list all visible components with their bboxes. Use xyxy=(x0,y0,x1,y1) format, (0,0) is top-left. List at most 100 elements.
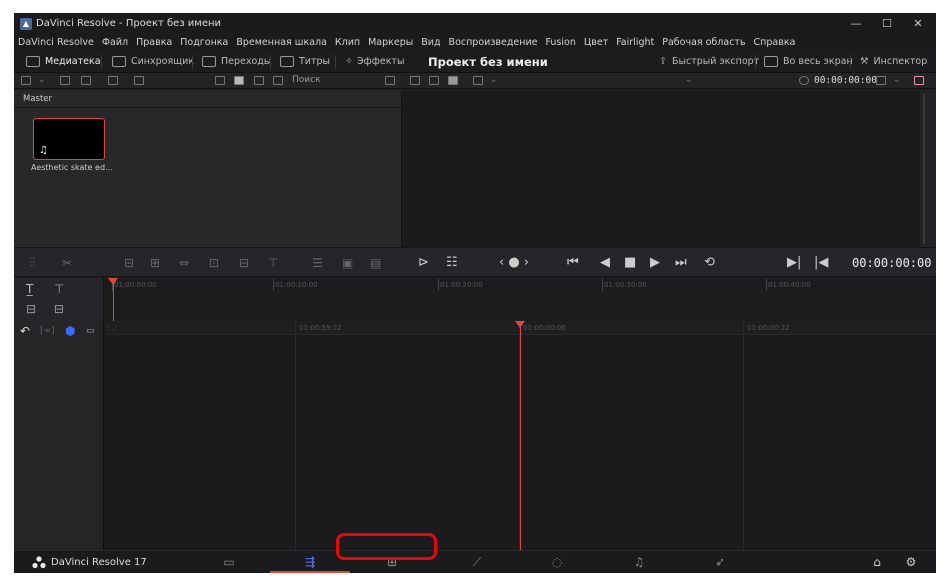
menu-workspace[interactable]: Рабочая область xyxy=(658,35,749,51)
project-title: Проект без имени xyxy=(428,55,548,69)
lower-playhead[interactable] xyxy=(520,321,521,550)
audio-note-icon: ♫ xyxy=(39,145,48,156)
media-pool: Master ♫ Aesthetic skate ed... xyxy=(14,90,402,247)
media-pool-button[interactable]: Медиатека xyxy=(26,53,101,71)
go-to-end-icon[interactable]: ⏭ xyxy=(675,256,687,270)
fullscreen-label: Во весь экран xyxy=(783,56,853,67)
app-window: ▲ DaVinci Resolve - Проект без имени — ☐… xyxy=(14,13,936,573)
menu-clip[interactable]: Клип xyxy=(331,35,364,51)
audio-track-icon[interactable]: ⊟ xyxy=(54,302,64,316)
zoom-fit-icon[interactable] xyxy=(473,76,483,85)
scissors-icon[interactable]: ✂ xyxy=(62,256,72,270)
play-range-icon[interactable]: ⊳ xyxy=(418,256,429,270)
viewer-options-icon[interactable] xyxy=(876,76,886,85)
clip-viewer-icon[interactable] xyxy=(429,76,439,85)
minimize-button[interactable]: — xyxy=(841,15,871,33)
fusion-page-icon[interactable]: ⟋ xyxy=(465,553,489,571)
track-options-icon[interactable]: ▭ xyxy=(86,324,95,338)
fairlight-page-icon[interactable]: ♫ xyxy=(627,553,651,571)
timeline-viewer-icon[interactable] xyxy=(448,76,458,85)
clip-thumbnail[interactable]: ♫ xyxy=(33,118,105,160)
detail-zoom-icon[interactable]: ▣ xyxy=(342,256,353,270)
source-overwrite-icon[interactable]: ⊤ xyxy=(268,256,278,270)
menu-view[interactable]: Вид xyxy=(417,35,444,51)
close-button[interactable]: ✕ xyxy=(903,15,933,33)
color-page-icon[interactable]: ◌ xyxy=(545,553,569,571)
custom-zoom-icon[interactable]: ▤ xyxy=(370,256,381,270)
mark-in-icon[interactable]: ▶| xyxy=(787,256,801,270)
viewer-subbar: ⌄ ⌄ 00:00:00:00 ⌄ xyxy=(403,73,936,89)
place-on-top-icon[interactable]: ⊟ xyxy=(239,256,249,270)
upper-playhead[interactable] xyxy=(113,278,114,321)
thumbnail-view-icon[interactable] xyxy=(234,76,244,85)
marker-flag-icon[interactable]: ⬢ xyxy=(65,324,75,338)
timeline-chevron-icon[interactable]: ⌄ xyxy=(685,73,693,87)
effects-button[interactable]: ✧ Эффекты xyxy=(345,53,404,71)
media-page-icon[interactable]: ▭ xyxy=(217,553,241,571)
relink-icon[interactable] xyxy=(108,76,118,85)
close-up-icon[interactable]: ⊡ xyxy=(209,256,219,270)
append-icon[interactable]: ⊞ xyxy=(150,256,160,270)
linked-selection-icon[interactable]: [∞] xyxy=(40,324,55,338)
timeline-zoom-icon[interactable]: ☰ xyxy=(312,256,323,270)
titles-button[interactable]: Титры xyxy=(280,53,330,71)
unlink-icon[interactable] xyxy=(134,76,144,85)
smart-insert-icon[interactable]: ⊟ xyxy=(124,256,134,270)
import-icon[interactable] xyxy=(60,76,70,85)
transitions-button[interactable]: Переходы xyxy=(202,53,271,71)
list-view-icon[interactable] xyxy=(273,76,283,85)
loop-icon[interactable]: ⟲ xyxy=(704,256,715,270)
audio-meter-icon[interactable]: ☷ xyxy=(446,256,458,270)
viewer-scrollbar[interactable] xyxy=(920,90,936,247)
settings-gear-icon[interactable]: ⚙ xyxy=(899,553,923,571)
home-icon[interactable]: ⌂ xyxy=(865,553,889,571)
jog-control-icon[interactable]: ‹ ● › xyxy=(499,256,529,270)
bin-list-toggle-icon[interactable] xyxy=(21,76,31,85)
effects-label: Эффекты xyxy=(356,56,405,67)
menu-color[interactable]: Цвет xyxy=(580,35,612,51)
metadata-view-icon[interactable] xyxy=(215,76,225,85)
menu-playback[interactable]: Воспроизведение xyxy=(445,35,542,51)
fullscreen-button[interactable]: Во весь экран xyxy=(764,53,853,71)
media-pool-subbar: ⌄ Поиск xyxy=(14,73,402,89)
menu-edit[interactable]: Правка xyxy=(132,35,176,51)
resolve-app-icon: ▲ xyxy=(20,18,32,30)
mark-out-icon[interactable]: |◀ xyxy=(814,256,828,270)
viewer-mode-icon[interactable] xyxy=(410,76,420,85)
title-track-icon[interactable]: T̲ xyxy=(26,282,33,296)
color-picker-icon[interactable] xyxy=(914,76,924,85)
master-bin-label[interactable]: Master xyxy=(23,94,52,104)
cut-page-icon[interactable]: ⇶ xyxy=(298,553,322,571)
go-to-start-icon[interactable]: ⏮ xyxy=(567,256,579,270)
sync-bin-button[interactable]: Синхроящик xyxy=(112,53,194,71)
options-chevron-icon[interactable]: ⌄ xyxy=(893,73,901,87)
menu-markers[interactable]: Маркеры xyxy=(364,35,417,51)
video-track-icon[interactable]: ⊟ xyxy=(26,302,36,316)
play-reverse-icon[interactable]: ◀ xyxy=(600,256,610,270)
play-icon[interactable]: ▶ xyxy=(650,256,660,270)
ripple-overwrite-icon[interactable]: ⇔ xyxy=(179,256,189,270)
menu-file[interactable]: Файл xyxy=(98,35,132,51)
track-height-icon[interactable]: ⊤ xyxy=(54,282,64,296)
snapping-icon[interactable]: ↶ xyxy=(20,324,30,338)
menu-davinci-resolve[interactable]: DaVinci Resolve xyxy=(14,35,98,51)
new-bin-icon[interactable] xyxy=(81,76,91,85)
sort-icon[interactable] xyxy=(385,76,395,85)
search-input[interactable]: Поиск xyxy=(290,74,375,87)
menu-fusion[interactable]: Fusion xyxy=(541,35,579,51)
menu-trim[interactable]: Подгонка xyxy=(176,35,232,51)
quick-export-button[interactable]: ⇪ Быстрый экспорт xyxy=(659,53,759,71)
timeline-viewer xyxy=(403,90,920,247)
blade-settings-icon[interactable]: ⫶⫶ xyxy=(29,256,35,270)
menu-timeline[interactable]: Временная шкала xyxy=(232,35,331,51)
upper-timeline-ruler[interactable]: 01:00:00:00 01:00:10:00 01:00:20:00 01:0… xyxy=(105,278,936,321)
chevron-down-icon[interactable]: ⌄ xyxy=(38,73,46,87)
menu-fairlight[interactable]: Fairlight xyxy=(612,35,658,51)
stop-icon[interactable]: ■ xyxy=(624,256,636,270)
zoom-chevron-icon[interactable]: ⌄ xyxy=(490,73,498,87)
inspector-button[interactable]: ⚒ Инспектор xyxy=(860,53,927,71)
maximize-button[interactable]: ☐ xyxy=(872,15,902,33)
menu-help[interactable]: Справка xyxy=(750,35,800,51)
deliver-page-icon[interactable]: ➶ xyxy=(708,553,732,571)
filmstrip-view-icon[interactable] xyxy=(254,76,264,85)
